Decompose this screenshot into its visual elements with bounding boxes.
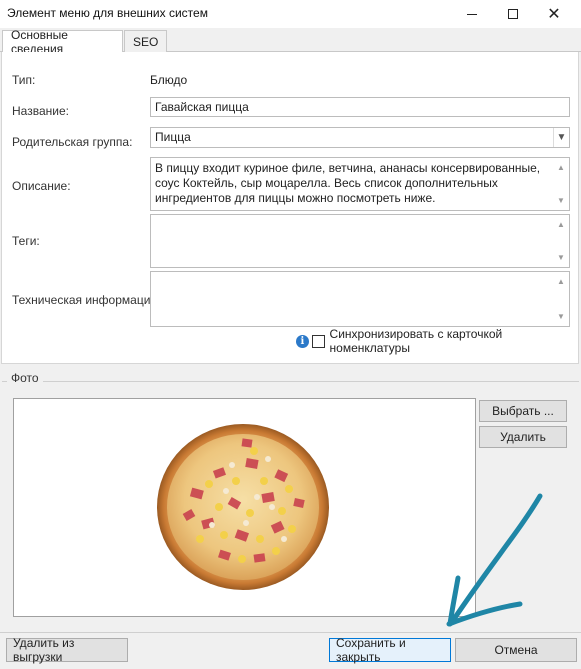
description-scrollbar[interactable]: ▲ ▼ xyxy=(555,158,567,210)
tab-seo[interactable]: SEO xyxy=(124,30,167,52)
sync-checkbox[interactable] xyxy=(311,334,325,348)
parent-group-value: Пицца xyxy=(155,130,191,144)
parent-group-label: Родительская группа: xyxy=(12,135,133,149)
pizza-image xyxy=(157,424,329,590)
delete-photo-button[interactable]: Удалить xyxy=(479,426,567,448)
info-icon[interactable]: i xyxy=(296,334,309,348)
tech-info-label: Техническая информация: xyxy=(12,293,161,307)
tags-label: Теги: xyxy=(12,234,40,248)
scroll-down-icon[interactable]: ▼ xyxy=(557,193,565,208)
tech-info-textarea[interactable]: ▲ ▼ xyxy=(150,271,570,327)
save-and-close-button[interactable]: Сохранить и закрыть xyxy=(329,636,451,664)
scroll-up-icon[interactable]: ▲ xyxy=(557,160,565,175)
choose-photo-label: Выбрать ... xyxy=(492,404,554,418)
delete-photo-label: Удалить xyxy=(500,430,546,444)
description-text: В пиццу входит куриное филе, ветчина, ан… xyxy=(155,161,541,205)
maximize-icon xyxy=(508,9,518,19)
close-icon: ✕ xyxy=(547,6,561,23)
name-label: Название: xyxy=(12,104,69,118)
description-label: Описание: xyxy=(12,179,71,193)
name-input-value: Гавайская пицца xyxy=(155,100,249,114)
save-and-close-label: Сохранить и закрыть xyxy=(336,636,406,664)
window-titlebar: Элемент меню для внешних систем ✕ xyxy=(0,0,581,28)
photo-preview xyxy=(13,398,476,617)
name-input[interactable]: Гавайская пицца xyxy=(150,97,570,117)
type-value: Блюдо xyxy=(150,73,188,87)
scroll-up-icon[interactable]: ▲ xyxy=(557,217,565,232)
minimize-button[interactable] xyxy=(452,0,492,28)
description-textarea[interactable]: В пиццу входит куриное филе, ветчина, ан… xyxy=(150,157,570,211)
choose-photo-button[interactable]: Выбрать ... xyxy=(479,400,567,422)
cancel-label: Отмена xyxy=(494,643,538,657)
tab-seo-label: SEO xyxy=(133,34,159,49)
chevron-down-icon[interactable]: ▼ xyxy=(553,128,569,147)
minimize-icon xyxy=(467,13,477,15)
tab-main-info[interactable]: Основные сведения xyxy=(2,28,123,56)
window-title: Элемент меню для внешних систем xyxy=(7,6,208,20)
cancel-button[interactable]: Отмена xyxy=(455,638,577,662)
photo-legend: Фото xyxy=(7,371,43,385)
sync-row: i Синхронизировать с карточкой номенклат… xyxy=(296,327,581,355)
sync-label[interactable]: Синхронизировать с карточкой номенклатур… xyxy=(330,327,581,355)
close-button[interactable]: ✕ xyxy=(534,0,574,28)
scroll-down-icon[interactable]: ▼ xyxy=(557,250,565,265)
parent-group-select[interactable]: Пицца ▼ xyxy=(150,127,570,148)
scroll-down-icon[interactable]: ▼ xyxy=(557,309,565,324)
remove-from-export-button[interactable]: Удалить из выгрузки xyxy=(6,636,128,664)
tab-strip: Основные сведения SEO xyxy=(0,28,581,56)
type-label: Тип: xyxy=(12,73,36,87)
tech-info-scrollbar[interactable]: ▲ ▼ xyxy=(555,272,567,326)
remove-from-export-label: Удалить из выгрузки xyxy=(13,636,75,664)
maximize-button[interactable] xyxy=(493,0,533,28)
footer-divider xyxy=(0,632,581,633)
tags-textarea[interactable]: ▲ ▼ xyxy=(150,214,570,268)
scroll-up-icon[interactable]: ▲ xyxy=(557,274,565,289)
tags-scrollbar[interactable]: ▲ ▼ xyxy=(555,215,567,267)
